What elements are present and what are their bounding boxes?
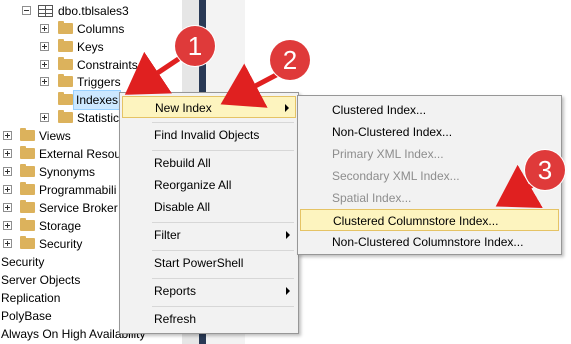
tree-label-selected[interactable]: Indexes [72, 90, 122, 110]
tree-label: Server Objects [1, 273, 81, 287]
menu-item-label: Clustered Columnstore Index... [333, 214, 499, 228]
expand-plus-icon[interactable] [40, 77, 49, 86]
menu-item-label: Disable All [154, 200, 211, 214]
menu-item-reports[interactable]: Reports [122, 280, 296, 302]
menu-separator [152, 150, 294, 151]
expand-plus-icon[interactable] [3, 131, 12, 140]
menu-item-find-invalid-objects[interactable]: Find Invalid Objects [122, 124, 296, 146]
menu-item-label: New Index [155, 101, 212, 115]
submenu-arrow-icon [285, 104, 289, 112]
folder-icon [58, 92, 73, 105]
menu-item-new-index[interactable]: New Index [122, 96, 296, 118]
folder-icon [20, 128, 35, 141]
tree-node-constraints[interactable]: Constraints [0, 56, 182, 74]
expand-plus-icon[interactable] [3, 185, 12, 194]
folder-icon [58, 21, 73, 34]
collapse-minus-icon[interactable] [22, 6, 31, 15]
menu-item-label: Non-Clustered Columnstore Index... [332, 235, 524, 249]
expand-plus-icon[interactable] [3, 239, 12, 248]
menu-item-label: Secondary XML Index... [332, 169, 460, 183]
tree-label: Triggers [77, 75, 121, 89]
context-menu: New Index Find Invalid Objects Rebuild A… [119, 92, 299, 334]
callout-badge-1: 1 [175, 26, 215, 66]
tree-label: Storage [39, 219, 82, 233]
menu-separator [152, 278, 294, 279]
tree-label: Security [1, 255, 45, 269]
menu-item-label: Rebuild All [154, 156, 211, 170]
menu-separator [152, 222, 294, 223]
folder-icon [20, 236, 35, 249]
submenu-item-clustered-index[interactable]: Clustered Index... [300, 99, 559, 121]
callout-badge-2: 2 [270, 40, 310, 80]
folder-icon [20, 146, 35, 159]
folder-icon [58, 74, 73, 87]
table-icon [38, 5, 53, 17]
menu-item-label: Filter [154, 228, 181, 242]
folder-icon [20, 218, 35, 231]
tree-label: Security [39, 237, 83, 251]
expand-plus-icon[interactable] [40, 42, 49, 51]
folder-icon [20, 182, 35, 195]
menu-item-label: Primary XML Index... [332, 147, 444, 161]
tree-label: Views [39, 129, 71, 143]
menu-item-disable-all[interactable]: Disable All [122, 196, 296, 218]
tree-label: Keys [77, 40, 104, 54]
tree-node-dbo-tblsales3[interactable]: dbo.tblsales3 [0, 2, 182, 20]
menu-item-rebuild-all[interactable]: Rebuild All [122, 152, 296, 174]
menu-item-filter[interactable]: Filter [122, 224, 296, 246]
folder-icon [58, 39, 73, 52]
tree-label: Columns [77, 22, 125, 36]
tree-label: Service Broker [39, 201, 118, 215]
submenu-item-secondary-xml-index: Secondary XML Index... [300, 165, 559, 187]
tree-label: External Resour [39, 147, 126, 161]
menu-item-label: Reports [154, 284, 197, 298]
menu-separator [152, 250, 294, 251]
submenu-item-primary-xml-index: Primary XML Index... [300, 143, 559, 165]
expand-plus-icon[interactable] [40, 113, 49, 122]
menu-separator [152, 306, 294, 307]
menu-item-label: Non-Clustered Index... [332, 125, 453, 139]
tree-label: PolyBase [1, 309, 52, 323]
tree-node-columns[interactable]: Columns [0, 20, 182, 38]
tree-label: Constraints [77, 58, 138, 72]
submenu-item-spatial-index: Spatial Index... [300, 187, 559, 209]
submenu-item-non-clustered-columnstore-index[interactable]: Non-Clustered Columnstore Index... [300, 231, 559, 253]
callout-badge-3: 3 [525, 150, 565, 190]
folder-icon [20, 164, 35, 177]
menu-item-refresh[interactable]: Refresh [122, 308, 296, 330]
tree-label: Programmabili [39, 183, 117, 197]
new-index-submenu: Clustered Index... Non-Clustered Index..… [297, 95, 562, 255]
menu-item-start-powershell[interactable]: Start PowerShell [122, 252, 296, 274]
menu-separator [152, 122, 294, 123]
expand-plus-icon[interactable] [3, 149, 12, 158]
submenu-arrow-icon [286, 287, 290, 295]
expand-plus-icon[interactable] [40, 24, 49, 33]
menu-item-reorganize-all[interactable]: Reorganize All [122, 174, 296, 196]
expand-plus-icon[interactable] [3, 203, 12, 212]
tree-label: Statistic [77, 111, 120, 125]
submenu-arrow-icon [286, 231, 290, 239]
menu-item-label: Spatial Index... [332, 191, 412, 205]
folder-icon [58, 57, 73, 70]
tree-label: dbo.tblsales3 [58, 4, 129, 18]
submenu-item-clustered-columnstore-index[interactable]: Clustered Columnstore Index... [300, 209, 559, 231]
menu-item-label: Clustered Index... [332, 103, 427, 117]
expand-plus-icon[interactable] [3, 167, 12, 176]
expand-plus-icon[interactable] [40, 60, 49, 69]
menu-item-label: Start PowerShell [154, 256, 244, 270]
tree-label: Synonyms [39, 165, 96, 179]
expand-plus-icon[interactable] [3, 221, 12, 230]
menu-item-label: Find Invalid Objects [154, 128, 260, 142]
tree-label: Replication [1, 291, 61, 305]
tree-node-triggers[interactable]: Triggers [0, 73, 182, 91]
submenu-item-non-clustered-index[interactable]: Non-Clustered Index... [300, 121, 559, 143]
menu-item-label: Refresh [154, 312, 197, 326]
folder-icon [58, 110, 73, 123]
menu-item-label: Reorganize All [154, 178, 232, 192]
tree-node-keys[interactable]: Keys [0, 38, 182, 56]
folder-icon [20, 200, 35, 213]
